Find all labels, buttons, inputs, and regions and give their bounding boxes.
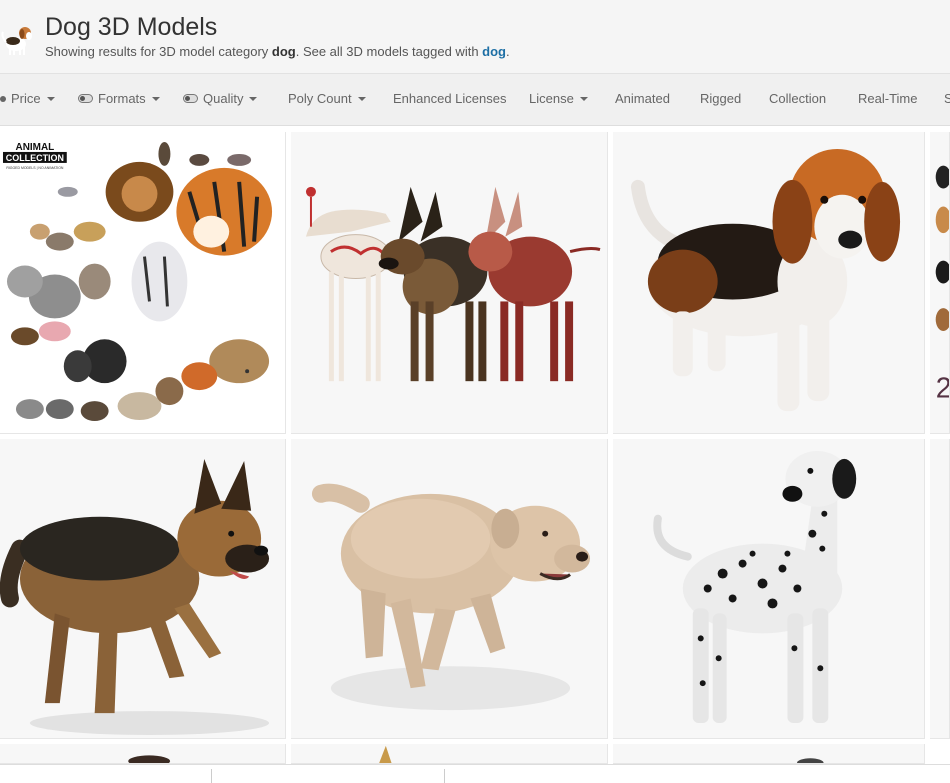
- tag-link[interactable]: dog: [482, 44, 506, 59]
- divider: [444, 769, 445, 783]
- filter-label: Collection: [769, 91, 827, 106]
- partial-thumbnail-bottom-2[interactable]: [291, 744, 608, 764]
- subtitle-category: dog: [271, 44, 296, 59]
- badge-subtitle: COLLECTION: [6, 153, 64, 163]
- partial-bottom-image-3: [620, 744, 917, 763]
- filter-more[interactable]: S: [944, 91, 950, 106]
- dalmatian-thumbnail[interactable]: [613, 439, 925, 739]
- filter-enhanced-licenses[interactable]: Enhanced Licenses: [393, 91, 506, 106]
- badge-title: ANIMAL: [16, 142, 55, 153]
- page-title: Dog 3D Models: [45, 13, 218, 41]
- filter-label: Poly Count: [288, 91, 352, 106]
- filter-label: License: [529, 91, 574, 106]
- filter-animated[interactable]: Animated: [615, 91, 670, 106]
- beagle-thumbnail[interactable]: [613, 132, 925, 434]
- filter-bar: Price Formats Quality Poly Count Enhance…: [0, 74, 950, 126]
- subtitle-mid: . See all 3D models tagged with: [295, 44, 483, 59]
- filter-quality[interactable]: Quality: [183, 91, 258, 106]
- partial-bottom-image-1: [6, 744, 279, 763]
- divider: [211, 769, 212, 783]
- filter-label: Real-Time: [858, 91, 918, 106]
- results-grid: ANIMAL COLLECTION RIGGED MODELS | NO ANI…: [0, 126, 950, 782]
- filter-label: Quality: [203, 91, 244, 106]
- subtitle-suffix: .: [505, 44, 510, 59]
- dog-anatomy-thumbnail[interactable]: [291, 132, 608, 434]
- partial-image: 2: [930, 139, 949, 426]
- beagle-image: [613, 132, 924, 433]
- badge-small: RIGGED MODELS | NO ANIMATION: [6, 166, 64, 170]
- filter-formats[interactable]: Formats: [78, 91, 160, 106]
- animal-collection-thumbnail[interactable]: ANIMAL COLLECTION RIGGED MODELS | NO ANI…: [0, 132, 286, 434]
- filter-collection[interactable]: Collection: [769, 91, 826, 106]
- filter-label: S: [944, 91, 950, 106]
- partial-label: 2: [936, 372, 949, 404]
- filter-label: Enhanced Licenses: [393, 91, 507, 106]
- labrador-image: [291, 439, 607, 738]
- filter-label: Formats: [98, 91, 146, 106]
- labrador-running-thumbnail[interactable]: [291, 439, 608, 739]
- dog-anatomy-image: [291, 132, 607, 433]
- bullet-icon: [0, 95, 6, 102]
- partial-image-2: [930, 446, 949, 731]
- caret-down-icon: [249, 96, 258, 101]
- partial-bottom-image-2: [298, 744, 600, 763]
- toggle-icon[interactable]: [78, 94, 93, 103]
- partial-thumbnail-bottom-1[interactable]: [0, 744, 286, 764]
- filter-label: Animated: [615, 91, 670, 106]
- partial-thumbnail-right-2[interactable]: [930, 439, 950, 739]
- filter-real-time[interactable]: Real-Time: [858, 91, 917, 106]
- bottom-bar: [0, 764, 950, 783]
- toggle-icon[interactable]: [183, 94, 198, 103]
- subtitle-prefix: Showing results for 3D model category: [45, 44, 272, 59]
- filter-rigged[interactable]: Rigged: [700, 91, 741, 106]
- page-subtitle: Showing results for 3D model category do…: [45, 44, 510, 59]
- filter-label: Price: [11, 91, 41, 106]
- german-shepherd-image: [0, 439, 285, 738]
- animal-collection-image: ANIMAL COLLECTION RIGGED MODELS | NO ANI…: [0, 132, 285, 433]
- dalmatian-image: [613, 439, 924, 738]
- caret-down-icon: [46, 96, 55, 101]
- caret-down-icon: [579, 96, 588, 101]
- german-shepherd-running-thumbnail[interactable]: [0, 439, 286, 739]
- partial-thumbnail-bottom-3[interactable]: [613, 744, 925, 764]
- filter-poly-count[interactable]: Poly Count: [288, 91, 366, 106]
- filter-label: Rigged: [700, 91, 742, 106]
- filter-price[interactable]: Price: [0, 91, 55, 106]
- caret-down-icon: [151, 96, 160, 101]
- beagle-logo-icon: [1, 27, 32, 55]
- filter-license[interactable]: License: [529, 91, 588, 106]
- caret-down-icon: [357, 96, 366, 101]
- page-header: Dog 3D Models Showing results for 3D mod…: [0, 0, 950, 74]
- partial-thumbnail-right[interactable]: 2: [930, 132, 950, 434]
